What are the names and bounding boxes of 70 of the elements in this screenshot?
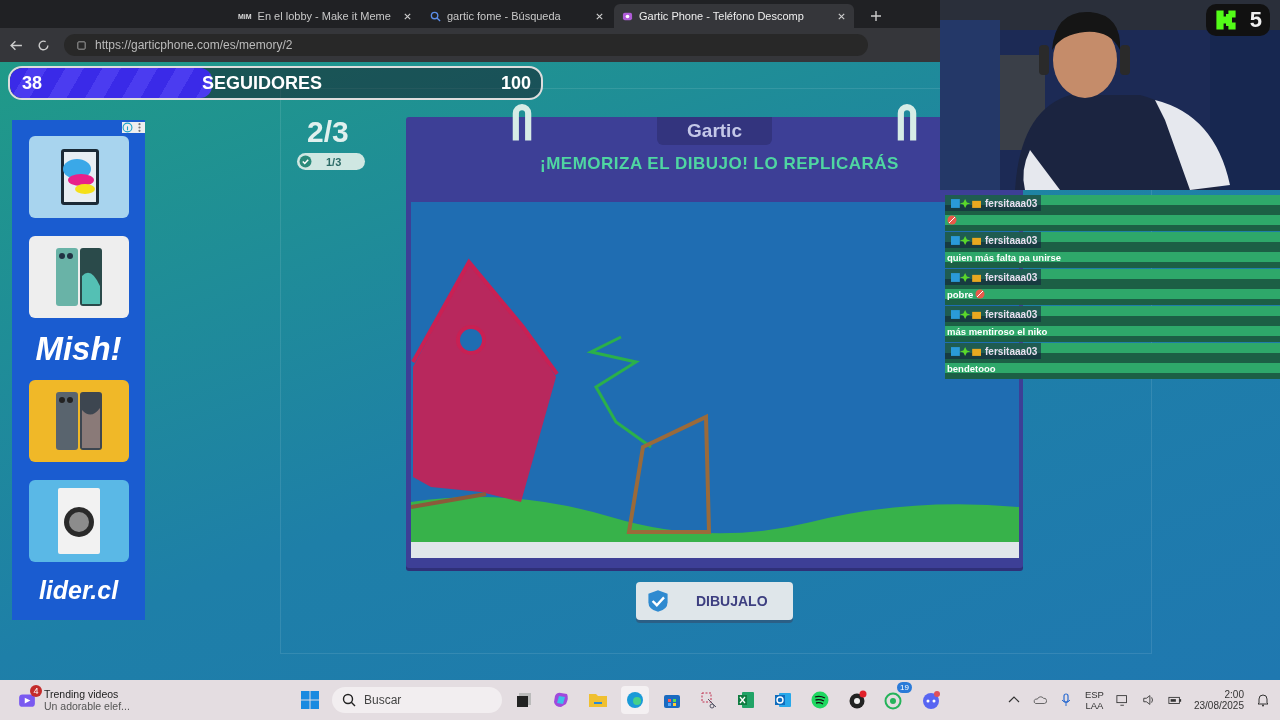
instruction-text: ¡MEMORIZA EL DIBUJO! LO REPLICARÁS — [540, 154, 899, 174]
address-bar[interactable]: https://garticphone.com/es/memory/2 — [64, 34, 868, 56]
round-counter: 2/3 — [307, 115, 349, 149]
notification-badge: 4 — [30, 685, 42, 697]
clock[interactable]: 2:00 23/08/2025 — [1193, 689, 1244, 711]
chat-badges-icon — [951, 346, 981, 356]
chat-badges-icon — [951, 198, 981, 208]
news-widget[interactable]: 4 Trending videos Un adorable elef... — [18, 688, 288, 712]
browser-tab[interactable]: Gartic Phone - Teléfono Descomp — [614, 4, 854, 28]
close-icon[interactable] — [837, 11, 846, 21]
task-view-icon[interactable] — [514, 690, 534, 710]
chat-badges-icon — [951, 235, 981, 245]
widget-subtitle: Un adorable elef... — [44, 700, 130, 712]
chat-username: fersitaaa03 — [985, 234, 1038, 246]
chat-badges-icon — [951, 309, 981, 319]
cloud-icon[interactable] — [1032, 693, 1047, 707]
scissors-icon[interactable] — [699, 690, 719, 710]
tab-title: En el lobby - Make it Meme — [257, 10, 392, 22]
ad-brand: lider.cl — [38, 576, 119, 605]
chat-app-icon[interactable] — [884, 690, 904, 710]
browser-tab[interactable]: gartic fome - Búsqueda — [422, 4, 612, 28]
bell-icon[interactable] — [1256, 693, 1270, 707]
chat-username: fersitaaa03 — [985, 271, 1038, 283]
chat-message: bendetooo — [947, 362, 996, 374]
url-text: https://garticphone.com/es/memory/2 — [95, 38, 293, 52]
edge-icon[interactable] — [621, 686, 649, 714]
ad-banner[interactable]: Mish! lider.cl — [12, 120, 145, 620]
chat-message: más mentiroso el niko — [947, 325, 1048, 337]
back-icon[interactable] — [10, 38, 23, 52]
music-icon[interactable] — [810, 690, 830, 710]
widget-title: Trending videos — [44, 688, 120, 700]
site-info-icon[interactable] — [76, 39, 87, 51]
reload-icon[interactable] — [37, 38, 50, 52]
progress-text: 1/3 — [326, 155, 342, 168]
search-field[interactable]: Buscar — [332, 687, 502, 713]
search-icon — [342, 693, 356, 707]
close-icon[interactable] — [403, 11, 412, 21]
game-logo: Gartic — [657, 117, 772, 145]
viewer-count: 5 — [1249, 7, 1262, 33]
chat-username: fersitaaa03 — [985, 197, 1038, 209]
draw-button[interactable]: DIBUJALO — [636, 582, 793, 620]
notification-badge: 19 — [897, 682, 912, 693]
follower-count: 38 — [22, 72, 43, 94]
network-icon[interactable] — [1115, 693, 1130, 707]
phone-icon — [622, 10, 633, 22]
close-icon[interactable] — [595, 11, 604, 21]
chat-username: fersitaaa03 — [985, 308, 1038, 320]
check-icon — [646, 589, 670, 613]
chat-badges-icon — [951, 272, 981, 282]
tab-title: Gartic Phone - Teléfono Descomp — [639, 10, 805, 22]
info-icon[interactable] — [122, 122, 133, 133]
language-indicator[interactable]: ESP LAA — [1084, 689, 1104, 711]
emoji-icon — [947, 215, 957, 225]
tab-title: gartic fome - Búsqueda — [447, 10, 562, 22]
chat-message: pobre — [947, 288, 974, 300]
search-icon — [430, 10, 441, 22]
emoji-icon — [975, 289, 986, 299]
ad-slogan: Mish! — [35, 330, 122, 368]
check-icon — [299, 155, 312, 168]
new-tab-icon[interactable] — [870, 10, 882, 22]
follower-goal: 100 — [500, 72, 531, 94]
volume-icon[interactable] — [1141, 693, 1156, 707]
copilot-icon[interactable] — [551, 690, 571, 710]
start-icon[interactable] — [300, 690, 320, 710]
recorder-icon[interactable] — [847, 690, 867, 710]
mail-icon[interactable] — [773, 690, 793, 710]
chat-username: fersitaaa03 — [985, 345, 1038, 357]
spreadsheet-icon[interactable] — [736, 690, 756, 710]
chat-message: quien más falta pa unirse — [947, 251, 1062, 263]
k-logo-icon — [1213, 8, 1238, 32]
